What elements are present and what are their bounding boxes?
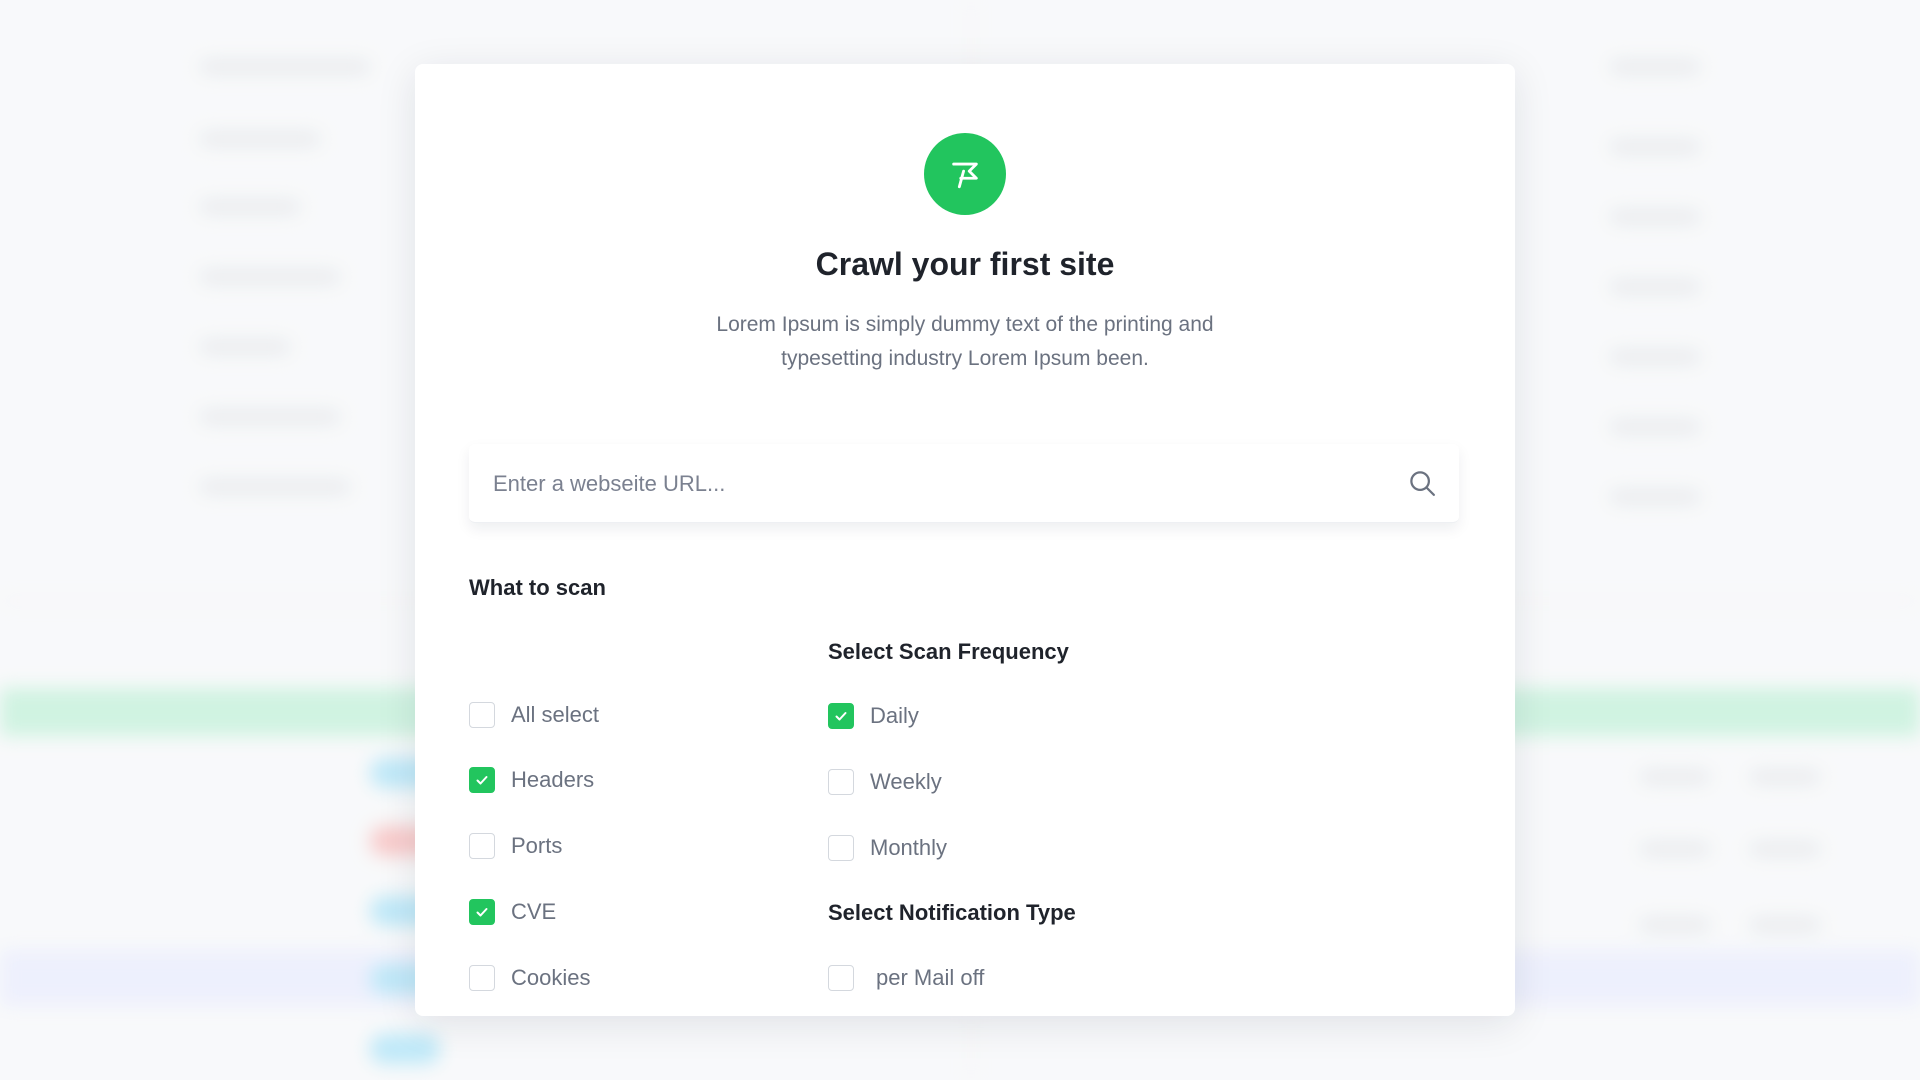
crawl-site-modal: Crawl your first site Lorem Ipsum is sim… [415, 64, 1515, 1016]
scan-option-all-select[interactable]: All select [469, 701, 599, 729]
checkbox-label: CVE [511, 899, 557, 924]
checkbox[interactable] [828, 965, 854, 991]
search-icon[interactable] [1407, 468, 1437, 498]
frequency-option-daily[interactable]: Daily [828, 702, 919, 730]
logo-badge [924, 133, 1006, 215]
url-search-box [469, 444, 1459, 524]
scan-option-cve[interactable]: CVE [469, 898, 556, 926]
checkbox-label: per Mail off [876, 965, 985, 990]
url-input[interactable] [491, 444, 1395, 524]
checkbox-label: Headers [511, 767, 595, 792]
scan-frequency-heading: Select Scan Frequency [828, 639, 1069, 664]
check-icon [476, 908, 488, 917]
checkbox[interactable] [828, 769, 854, 795]
frequency-option-weekly[interactable]: Weekly [828, 768, 942, 796]
checkbox-label: All select [511, 702, 600, 727]
checkbox-label: Ports [511, 833, 563, 858]
checkbox[interactable] [469, 899, 495, 925]
checkbox[interactable] [828, 835, 854, 861]
checkbox[interactable] [469, 965, 495, 991]
scan-option-ports[interactable]: Ports [469, 832, 562, 860]
checkbox-label: Monthly [870, 835, 948, 860]
checkbox-label: Cookies [511, 965, 591, 990]
frequency-option-monthly[interactable]: Monthly [828, 834, 947, 862]
notification-type-heading: Select Notification Type [828, 900, 1076, 925]
flag-icon [952, 162, 978, 189]
checkbox[interactable] [469, 767, 495, 793]
check-icon [476, 776, 488, 785]
checkbox-label: Daily [870, 703, 919, 728]
scan-option-cookies[interactable]: Cookies [469, 964, 590, 992]
checkbox-label: Weekly [870, 769, 942, 794]
what-to-scan-heading: What to scan [469, 575, 606, 600]
check-icon [835, 712, 847, 721]
modal-title: Crawl your first site [815, 246, 1115, 282]
modal-subtitle: Lorem Ipsum is simply dummy text of the … [716, 313, 1214, 370]
checkbox[interactable] [469, 833, 495, 859]
notification-option-per-mail-off[interactable]: per Mail off [828, 964, 984, 992]
scan-option-headers[interactable]: Headers [469, 766, 594, 794]
checkbox[interactable] [828, 703, 854, 729]
checkbox[interactable] [469, 702, 495, 728]
